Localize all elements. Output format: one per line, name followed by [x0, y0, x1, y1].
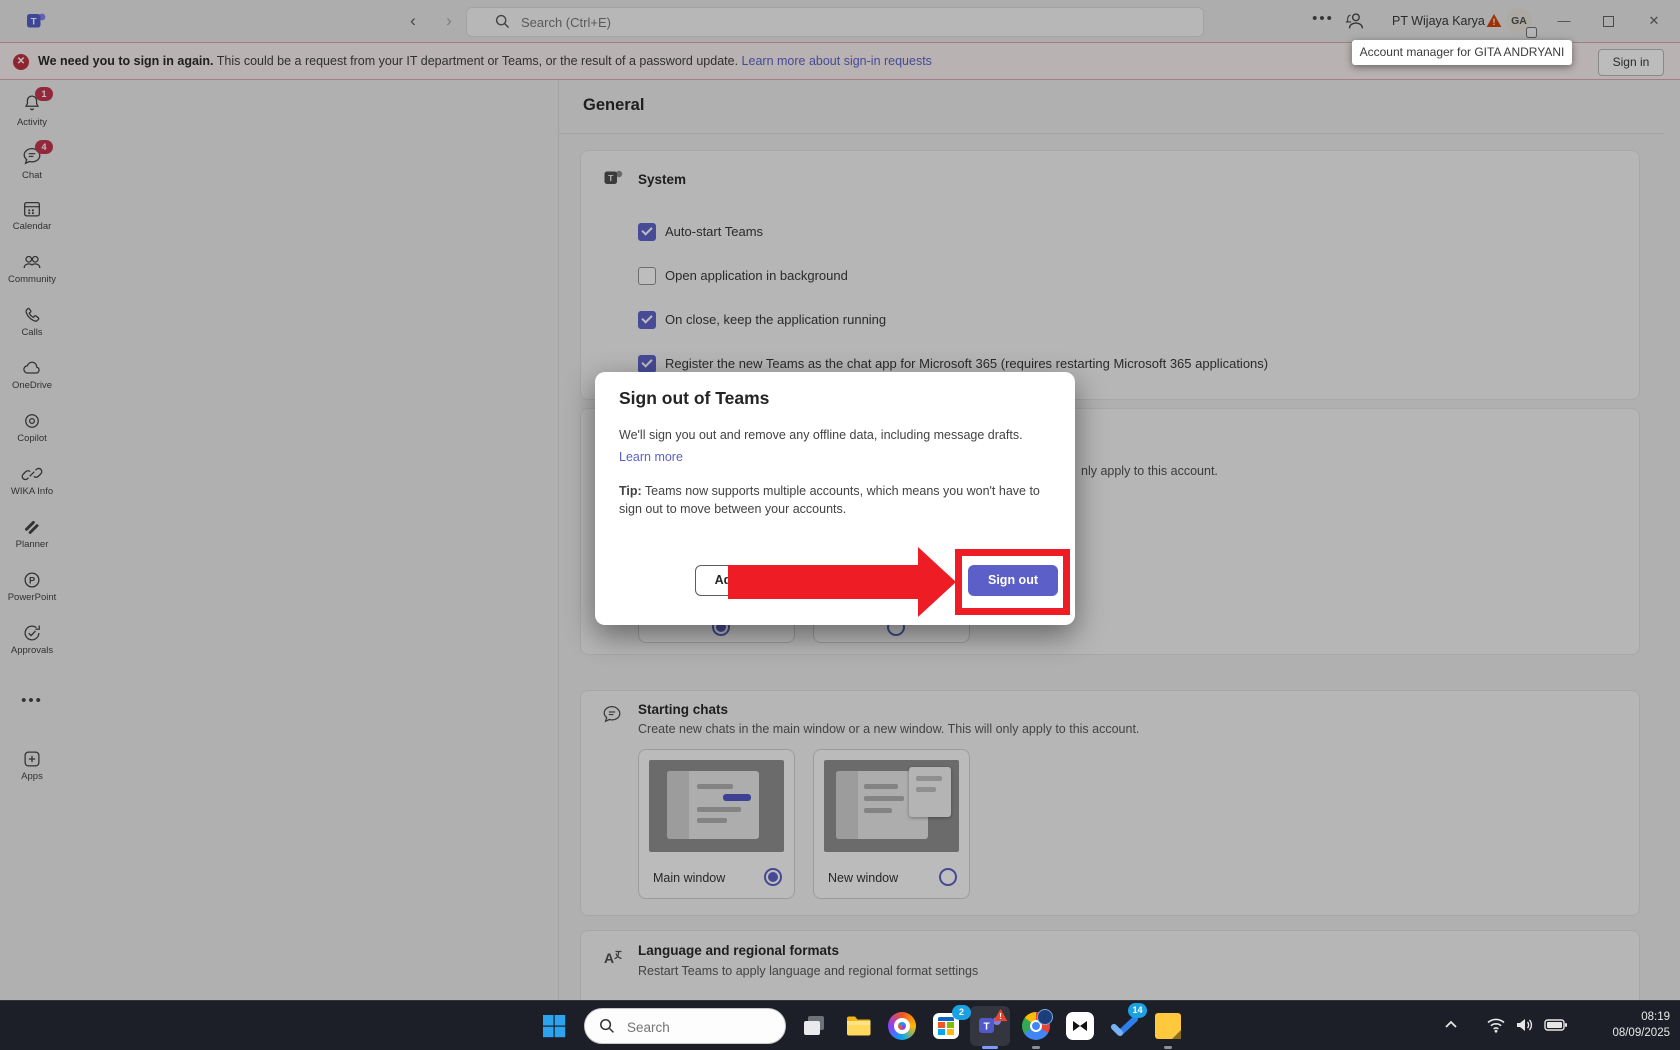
dialog-body: We'll sign you out and remove any offlin… — [619, 428, 1023, 442]
dialog-tip: Tip: Teams now supports multiple account… — [619, 482, 1043, 518]
pointer-arrow-head — [918, 547, 956, 617]
pointer-arrow — [728, 565, 918, 599]
chrome-running-indicator — [1032, 1046, 1040, 1049]
tip-label: Tip: — [619, 484, 642, 498]
teams-taskbar-icon[interactable]: T ! — [976, 1012, 1004, 1040]
sticky-running-indicator — [1164, 1046, 1172, 1049]
volume-icon[interactable] — [1514, 1016, 1534, 1034]
battery-icon[interactable] — [1544, 1016, 1568, 1034]
tray-time: 08:19 — [1612, 1009, 1670, 1025]
taskbar-search-input[interactable] — [625, 1015, 769, 1039]
taskbar-search-box[interactable] — [584, 1008, 786, 1044]
task-view-icon[interactable] — [800, 1012, 828, 1040]
teams-window: T ‹ › ••• PT Wijaya Karya ! GA — ✕ ✕ — [0, 0, 1680, 1050]
chrome-icon[interactable] — [1022, 1012, 1050, 1040]
account-manager-tooltip: Account manager for GITA ANDRYANI — [1352, 40, 1572, 65]
file-explorer-icon[interactable] — [844, 1012, 872, 1040]
highlight-rectangle — [955, 549, 1070, 615]
tray-chevron-icon[interactable] — [1442, 1016, 1460, 1034]
windows-taskbar: 2 T ! — [0, 1000, 1680, 1050]
teams-running-indicator — [982, 1046, 998, 1049]
copilot-icon[interactable] — [888, 1012, 916, 1040]
tip-text: Teams now supports multiple accounts, wh… — [619, 484, 1040, 516]
learn-more-link[interactable]: Learn more — [619, 450, 683, 464]
store-badge: 2 — [952, 1005, 971, 1020]
sticky-notes-icon[interactable] — [1154, 1012, 1182, 1040]
search-icon — [599, 1018, 615, 1034]
svg-text:T: T — [983, 1022, 989, 1033]
tray-date: 08/09/2025 — [1612, 1025, 1670, 1041]
tray-clock[interactable]: 08:19 08/09/2025 — [1612, 1009, 1670, 1041]
teams-warning-badge: ! — [993, 1008, 1008, 1022]
capcut-icon[interactable] — [1066, 1012, 1094, 1040]
globe-overlay-icon — [1037, 1009, 1053, 1025]
wifi-icon[interactable] — [1486, 1016, 1506, 1034]
start-button-icon[interactable] — [540, 1012, 568, 1040]
dialog-title: Sign out of Teams — [619, 388, 769, 409]
todo-badge: 14 — [1128, 1003, 1147, 1018]
svg-text:!: ! — [999, 1011, 1002, 1021]
